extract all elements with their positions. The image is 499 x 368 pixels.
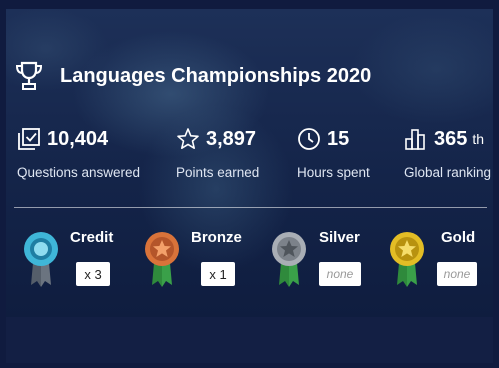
checkbox-icon [18, 128, 40, 150]
award-count: none [437, 262, 477, 286]
stat-value: 15 [327, 127, 350, 150]
stat-label: Global ranking [404, 165, 492, 180]
stat-suffix: th [472, 131, 485, 147]
stat-points: 3,897 Points earned [176, 124, 260, 181]
bar-chart-icon [405, 129, 425, 150]
award-name: Credit [70, 229, 114, 246]
stat-hours: 15 Hours spent [297, 124, 370, 181]
stat-label: Points earned [176, 165, 260, 180]
stat-value: 365 [434, 127, 468, 150]
stat-label: Questions answered [17, 165, 141, 180]
star-outline-icon [177, 128, 199, 150]
credit-medal-icon [24, 232, 58, 287]
trophy-icon [15, 61, 43, 90]
header: Languages Championships 2020 [14, 58, 371, 94]
award-count: x 3 [76, 262, 110, 286]
bottom-strip [6, 317, 493, 363]
divider [14, 207, 487, 208]
stat-label: Hours spent [297, 165, 370, 180]
gold-medal-icon [390, 232, 424, 287]
stat-value: 10,404 [47, 127, 109, 150]
stat-ranking: 365 th Global ranking [404, 124, 492, 181]
award-name: Gold [441, 229, 476, 246]
award-name: Silver [319, 229, 360, 246]
bronze-medal-icon [145, 232, 179, 287]
award-count: none [319, 262, 361, 286]
award-count: x 1 [201, 262, 235, 286]
page-title: Languages Championships 2020 [60, 64, 372, 87]
stat-value: 3,897 [206, 127, 257, 150]
silver-medal-icon [272, 232, 306, 287]
stat-questions: 10,404 Questions answered [17, 124, 141, 181]
award-name: Bronze [191, 229, 242, 246]
clock-icon [298, 128, 320, 150]
